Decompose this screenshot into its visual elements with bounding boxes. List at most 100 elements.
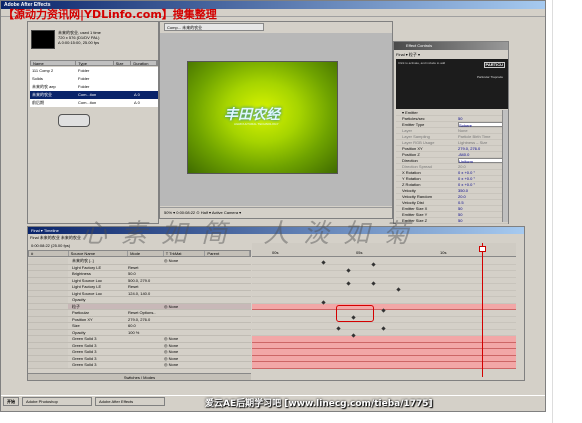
layer-mode: ◎ None: [164, 336, 179, 341]
comp-duration: Δ 0:00:15:00, 25.00 fps: [58, 40, 100, 45]
page-margin: [546, 0, 582, 423]
layer-parent: [206, 323, 251, 329]
property-value: [128, 304, 164, 310]
property-value: [128, 349, 164, 355]
layer-name: Green Solid 3: [72, 342, 97, 348]
col-mode[interactable]: Mode: [128, 251, 164, 256]
layer-name: Light Factory LE: [72, 284, 102, 289]
property-value: Reset: [128, 264, 139, 270]
project-row[interactable]: 前后期 Com...tion Δ 0: [30, 99, 158, 107]
ruler-tick-label: 00s: [272, 250, 279, 255]
current-time[interactable]: 0:00:08:22 (25.00 fps): [31, 243, 70, 249]
layer-parent: [206, 336, 251, 342]
layer-mode: ◎ None: [164, 342, 179, 348]
layer-parent: [206, 297, 251, 303]
taskbar-after-effects[interactable]: Adobe After Effects: [95, 397, 165, 406]
layer-track[interactable]: [252, 362, 516, 369]
project-row[interactable]: 111 Comp 2 Folder: [30, 67, 158, 75]
effect-controls-panel: Effect Controls Final ▾ 粒子 ▾ Click to ac…: [393, 41, 509, 224]
layer-mode: [164, 278, 206, 284]
col-switches[interactable]: #: [29, 251, 69, 256]
project-row[interactable]: 未来的农 aep Folder: [30, 83, 158, 91]
switches-modes-toggle[interactable]: Switches / Modes: [28, 373, 251, 380]
layer-name: Green Solid 3: [72, 362, 97, 367]
fx-parameter-list: ▾ Emitter Particles/sec 50 Emitter Type Sp…: [396, 110, 508, 224]
comp-stage: 丰田农经 AGRICULTURAL TECHNOLOGY: [160, 33, 392, 206]
ruler-tick-label: 15s: [524, 250, 525, 255]
source-watermark: 【源动力资讯网|YDLinfo.com】搜集整理: [3, 8, 217, 21]
layer-parent: [206, 304, 251, 310]
taskbar-photoshop[interactable]: Adobe Photoshop: [22, 397, 92, 406]
col-source-name[interactable]: Source Name: [69, 251, 129, 256]
layer-switches: [28, 355, 68, 361]
col-name[interactable]: Name: [31, 61, 77, 66]
timeline-graph[interactable]: 00s05s10s15s: [252, 243, 516, 377]
project-list: 111 Comp 2 Folder Solids Folder 未来的农 aep Fo…: [30, 67, 158, 107]
layer-parent: [206, 278, 251, 284]
layer-switches: [28, 349, 68, 355]
after-effects-window: Adobe After Effects 未来的农业, used 1 time 7…: [0, 0, 546, 412]
layer-mode: [164, 265, 206, 271]
particular-banner[interactable]: Click to activate, and include to add PA…: [396, 59, 508, 109]
layer-parent: [206, 258, 251, 264]
layer-mode: [164, 317, 206, 323]
fx-tab[interactable]: Final ▾ 粒子 ▾: [396, 51, 420, 58]
composition-panel: Comp... 未来的农业 丰田农经 AGRICULTURAL TECHNOLO…: [159, 21, 393, 219]
layer-name: Particular: [72, 310, 89, 315]
project-row-selected[interactable]: 未来的农业 Com...tion Δ 0: [30, 91, 158, 99]
layer-mode: [164, 271, 206, 277]
layer-switches: [28, 310, 68, 316]
comp-tab[interactable]: Comp... 未来的农业: [164, 23, 264, 31]
timeline-layer-row[interactable]: Green Solid 3 ◎ None: [28, 362, 251, 369]
banner-text: Click to activate, and include to add: [398, 61, 446, 65]
layer-switches: [28, 329, 68, 335]
layer-mode: ◎ None: [164, 362, 179, 367]
layer-mode: ◎ None: [164, 349, 179, 354]
layer-mode: ◎ None: [164, 258, 179, 263]
timeline-tabs[interactable]: Final 未来的农业 未来的农业: [30, 234, 81, 242]
layer-switches: [28, 277, 68, 283]
layer-tracks: [252, 258, 516, 377]
highlight-annotation: [336, 305, 374, 322]
property-value: [128, 258, 164, 264]
ruler-tick-label: 05s: [356, 250, 363, 255]
site-watermark: 爱云AE后期学习吧 [www.linecg.com/tieba/1775]: [205, 399, 433, 409]
ruler-tick-label: 10s: [440, 250, 447, 255]
layer-parent: [206, 330, 251, 336]
property-value: [128, 297, 164, 303]
project-row[interactable]: Solids Folder: [30, 75, 158, 83]
col-trkmat[interactable]: T TrkMat: [164, 251, 206, 256]
layer-parent: [206, 271, 251, 277]
property-value: 279.0, 276.0: [128, 316, 151, 322]
property-value: 500.0, 279.0: [128, 277, 151, 283]
layer-mode: [164, 297, 206, 303]
layer-parent: [206, 265, 251, 271]
col-duration[interactable]: Duration: [131, 61, 157, 66]
layer-name: Light Factory LE: [72, 264, 102, 270]
current-time-indicator[interactable]: [482, 243, 483, 377]
start-button[interactable]: 开始: [3, 397, 19, 406]
layer-name: 粒子: [72, 303, 80, 309]
preview-title: 丰田农经: [224, 107, 280, 123]
layer-switches: [28, 342, 68, 348]
layer-mode: [164, 323, 206, 329]
layer-mode: [164, 310, 206, 316]
layer-parent: [206, 310, 251, 316]
cti-handle[interactable]: [479, 246, 486, 252]
col-size[interactable]: Size: [114, 61, 132, 66]
comp-thumbnail: [31, 30, 55, 49]
layer-name: Green Solid 3: [72, 336, 97, 341]
layer-switches: [28, 362, 68, 368]
property-value: [128, 336, 164, 342]
layer-parent: [206, 317, 251, 323]
col-parent[interactable]: Parent: [205, 251, 250, 256]
property-value: 60.0: [128, 323, 136, 328]
layer-name: Opacity: [72, 329, 86, 335]
layer-name: Brightness: [72, 271, 91, 276]
col-type[interactable]: Type: [76, 61, 114, 66]
timeline-layer-list: 未来的农 [..] ◎ None Light Factory LE Reset Brig…: [28, 258, 251, 369]
layer-switches: [28, 297, 68, 303]
comp-preview[interactable]: 丰田农经 AGRICULTURAL TECHNOLOGY: [187, 61, 338, 174]
fx-scrollbar[interactable]: [502, 110, 508, 222]
layer-name: Position XY: [72, 316, 93, 322]
